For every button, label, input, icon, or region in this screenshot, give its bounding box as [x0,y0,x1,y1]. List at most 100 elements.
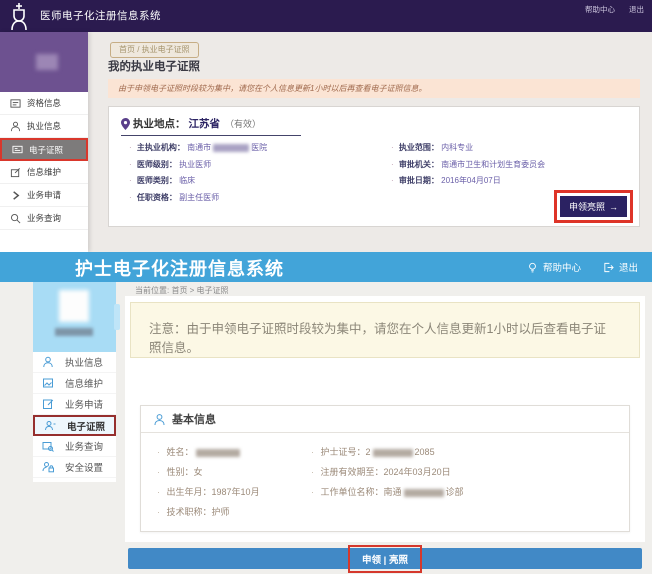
sidebar-item-practice-info[interactable]: 执业信息 [33,352,116,373]
field-work-unit: 工作单位名称：南通诊部 [311,482,464,502]
field-doctor-category: 医师类别： 临床 [129,173,267,190]
field-value: 南通市卫生和计划生育委员会 [441,160,545,169]
search-icon [10,213,21,224]
field-label: 医师级别： [137,160,177,169]
id-badge-icon [44,420,56,432]
nurse-header: 护士电子化注册信息系统 帮助中心 退出 [0,252,652,282]
field-qualification: 任职资格： 副主任医师 [129,190,267,207]
sidebar-collapse-handle[interactable] [114,304,120,330]
user-icon [42,356,54,368]
location-value: 江苏省 [189,116,221,131]
sidebar-item-info-maintenance[interactable]: 信息维护 [33,373,116,394]
sidebar-item-security-settings[interactable]: 安全设置 [33,457,116,478]
field-label: 审批日期： [399,176,439,185]
avatar-photo-redacted [59,290,89,322]
avatar-name-redacted [55,328,93,336]
app-title: 护士电子化注册信息系统 [75,255,284,281]
sidebar-item-electronic-certificate[interactable]: 电子证照 [0,138,88,161]
detail-column-left: 主执业机构： 南通市医院 医师级别： 执业医师 医师类别： 临床 任职资格： 副… [129,140,267,206]
apply-button-label: 申领 | 亮照 [348,545,422,573]
nurse-system-section: 护士电子化注册信息系统 帮助中心 退出 执业信息 [0,252,652,574]
card-search-icon [42,440,54,452]
detail-column-right: 执业范围： 内科专业 审批机关： 南通市卫生和计划生育委员会 审批日期： 201… [391,140,545,190]
field-label: 主执业机构： [137,143,185,152]
field-label: 护士证号： [321,447,366,457]
header-links: 帮助中心 退出 [527,260,638,274]
basic-info-card: 基本信息 姓名： 性别：女 出生年月：1987年10月 技术职称：护师 [140,405,630,532]
page-title: 我的执业电子证照 [108,58,200,74]
field-label: 技术职称： [167,507,212,517]
field-label: 姓名： [167,447,194,457]
sidebar-item-label: 信息维护 [65,376,103,390]
nurse-avatar [33,282,116,352]
physician-header: 医师电子化注册信息系统 帮助中心 退出 [0,0,652,32]
detail-column-left: 姓名： 性别：女 出生年月：1987年10月 技术职称：护师 [157,442,260,522]
field-main-org: 主执业机构： 南通市医院 [129,140,267,157]
sidebar-item-label: 资格信息 [27,97,61,109]
field-value: 2016年04月07日 [441,176,501,185]
help-center-link[interactable]: 帮助中心 [585,4,615,15]
detail-column-right: 护士证号：22085 注册有效期至：2024年03月20日 工作单位名称：南通诊… [311,442,464,502]
field-label: 注册有效期至： [321,467,384,477]
edit-document-icon [42,398,54,410]
sidebar-item-label: 业务申请 [27,189,61,201]
logout-link[interactable]: 退出 [603,260,638,274]
field-practice-scope: 执业范围： 内科专业 [391,140,545,157]
id-card-icon [10,98,21,109]
sidebar-item-practice-info[interactable]: 执业信息 [0,115,88,138]
field-cert-number: 护士证号：22085 [311,442,464,462]
person-icon [153,413,166,426]
edit-icon [10,167,21,178]
help-center-link[interactable]: 帮助中心 [527,260,581,274]
field-technical-title: 技术职称：护师 [157,502,260,522]
redacted-text [213,144,249,152]
apply-certificate-button[interactable]: 申领 | 亮照 [128,548,642,569]
field-label: 审批机关： [399,160,439,169]
apply-button-label: 申领亮照 [569,200,605,213]
sidebar-item-label: 安全设置 [65,460,103,474]
location-label: 执业地点： [133,116,186,131]
logout-icon [603,262,614,273]
sidebar-item-business-query[interactable]: 业务查询 [33,436,116,457]
field-value: 执业医师 [179,160,211,169]
sidebar-item-electronic-certificate[interactable]: 电子证照 [33,415,116,436]
physician-menu: 资格信息 执业信息 电子证照 信息维护 业务申请 [0,92,88,230]
field-value: 1987年10月 [212,487,260,497]
field-name: 姓名： [157,442,260,462]
field-label: 性别： [167,467,194,477]
sidebar-item-label: 电子证照 [67,419,105,433]
apply-certificate-button[interactable]: 申领亮照 → [560,196,627,217]
user-icon [10,121,21,132]
sidebar-item-label: 业务查询 [65,439,103,453]
sidebar-item-label: 业务查询 [27,212,61,224]
arrow-right-icon: → [609,202,618,212]
sidebar-item-business-application[interactable]: 业务申请 [33,394,116,415]
field-label: 任职资格： [137,193,177,202]
basic-info-header: 基本信息 [141,406,629,433]
physician-avatar [0,32,88,92]
field-value: 女 [194,467,203,477]
field-value: 副主任医师 [179,193,219,202]
nurse-content-panel: 注意：由于申领电子证照时段较为集中，请您在个人信息更新1小时以后查看电子证照信息… [125,296,645,542]
app-title: 医师电子化注册信息系统 [40,0,161,32]
certificate-icon [12,144,23,155]
card-title: 基本信息 [172,411,216,427]
sidebar-item-business-application[interactable]: 业务申请 [0,184,88,207]
sidebar-item-qualification-info[interactable]: 资格信息 [0,92,88,115]
breadcrumb[interactable]: 首页 / 执业电子证照 [110,42,199,58]
header-links: 帮助中心 退出 [585,4,644,15]
practice-location-heading: 执业地点： 江苏省 （有效） [121,116,301,136]
sidebar-item-info-maintenance[interactable]: 信息维护 [0,161,88,184]
field-doctor-level: 医师级别： 执业医师 [129,157,267,174]
practice-certificate-card: 执业地点： 江苏省 （有效） 主执业机构： 南通市医院 医师级别： 执业医师 医… [108,106,640,227]
breadcrumb[interactable]: 当前位置: 首页 > 电子证照 [135,285,229,296]
field-value: 内科专业 [441,143,473,152]
redacted-text [196,449,240,457]
location-status: （有效） [225,117,261,130]
sidebar-item-business-query[interactable]: 业务查询 [0,207,88,230]
field-approval-date: 审批日期： 2016年04月07日 [391,173,545,190]
sidebar-item-label: 电子证照 [29,144,63,156]
location-pin-icon [121,118,130,130]
logout-link[interactable]: 退出 [629,4,644,15]
field-value: 南通市医院 [187,143,267,152]
